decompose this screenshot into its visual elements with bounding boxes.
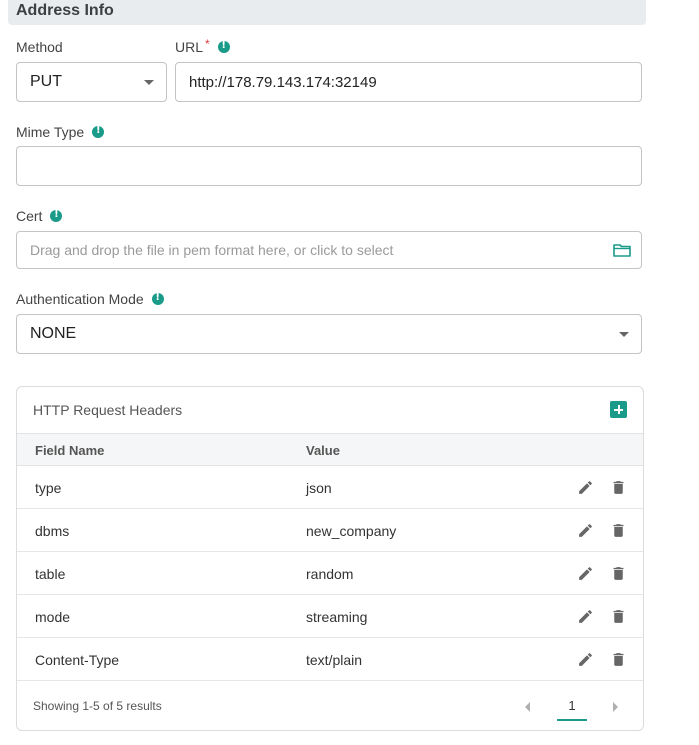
delete-icon[interactable] — [610, 651, 627, 668]
edit-icon[interactable] — [577, 479, 594, 496]
page-number[interactable]: 1 — [557, 698, 587, 721]
delete-icon[interactable] — [610, 565, 627, 582]
chevron-left-icon[interactable] — [525, 702, 530, 712]
table-header: Field Name Value — [17, 433, 643, 466]
row-actions — [577, 651, 627, 668]
method-value: PUT — [30, 73, 62, 90]
url-value: http://178.79.143.174:32149 — [189, 73, 377, 91]
cert-placeholder: Drag and drop the file in pem format her… — [30, 242, 394, 258]
delete-icon[interactable] — [610, 479, 627, 496]
value-cell: random — [306, 566, 354, 582]
section-header: Address Info — [8, 0, 646, 25]
value-cell: json — [306, 480, 332, 496]
info-icon[interactable] — [151, 292, 164, 305]
value-cell: streaming — [306, 609, 368, 625]
info-icon[interactable] — [50, 209, 63, 222]
table-row: mode streaming — [17, 595, 643, 638]
method-select[interactable]: PUT — [16, 62, 167, 102]
chevron-right-icon[interactable] — [613, 702, 618, 712]
table-row: type json — [17, 466, 643, 509]
results-summary: Showing 1-5 of 5 results — [33, 699, 162, 713]
field-name-cell: dbms — [35, 523, 70, 539]
table-row: Content-Type text/plain — [17, 638, 643, 681]
column-value: Value — [306, 443, 340, 458]
column-field-name: Field Name — [35, 443, 105, 458]
edit-icon[interactable] — [577, 608, 594, 625]
edit-icon[interactable] — [577, 565, 594, 582]
section-title: Address Info — [16, 2, 114, 19]
field-name-cell: type — [35, 480, 62, 496]
add-header-button[interactable] — [610, 401, 627, 418]
delete-icon[interactable] — [610, 608, 627, 625]
mime-type-field[interactable] — [16, 146, 642, 186]
caret-down-icon — [619, 332, 629, 337]
delete-icon[interactable] — [610, 522, 627, 539]
caret-down-icon — [144, 80, 154, 85]
field-name-cell: mode — [35, 609, 71, 625]
value-cell: new_company — [306, 523, 397, 539]
url-field[interactable]: http://178.79.143.174:32149 — [175, 62, 642, 102]
info-icon[interactable] — [92, 125, 105, 138]
table-row: table random — [17, 552, 643, 595]
folder-icon[interactable] — [613, 243, 631, 257]
url-label: URL * — [175, 37, 230, 55]
cert-dropzone[interactable]: Drag and drop the file in pem format her… — [16, 231, 642, 269]
mime-type-label: Mime Type — [16, 124, 105, 140]
value-cell: text/plain — [306, 652, 363, 668]
auth-mode-select[interactable]: NONE — [16, 314, 642, 354]
edit-icon[interactable] — [577, 522, 594, 539]
http-headers-card: HTTP Request Headers Field Name Value ty… — [16, 386, 644, 731]
edit-icon[interactable] — [577, 651, 594, 668]
card-title: HTTP Request Headers — [33, 402, 183, 418]
method-label: Method — [16, 39, 63, 55]
field-name-cell: table — [35, 566, 66, 582]
row-actions — [577, 522, 627, 539]
row-actions — [577, 608, 627, 625]
auth-mode-value: NONE — [30, 325, 77, 342]
cert-label: Cert — [16, 208, 63, 224]
info-icon[interactable] — [217, 40, 230, 53]
required-marker: * — [205, 37, 210, 51]
auth-mode-label: Authentication Mode — [16, 291, 164, 307]
row-actions — [577, 565, 627, 582]
field-name-cell: Content-Type — [35, 652, 120, 668]
table-row: dbms new_company — [17, 509, 643, 552]
row-actions — [577, 479, 627, 496]
